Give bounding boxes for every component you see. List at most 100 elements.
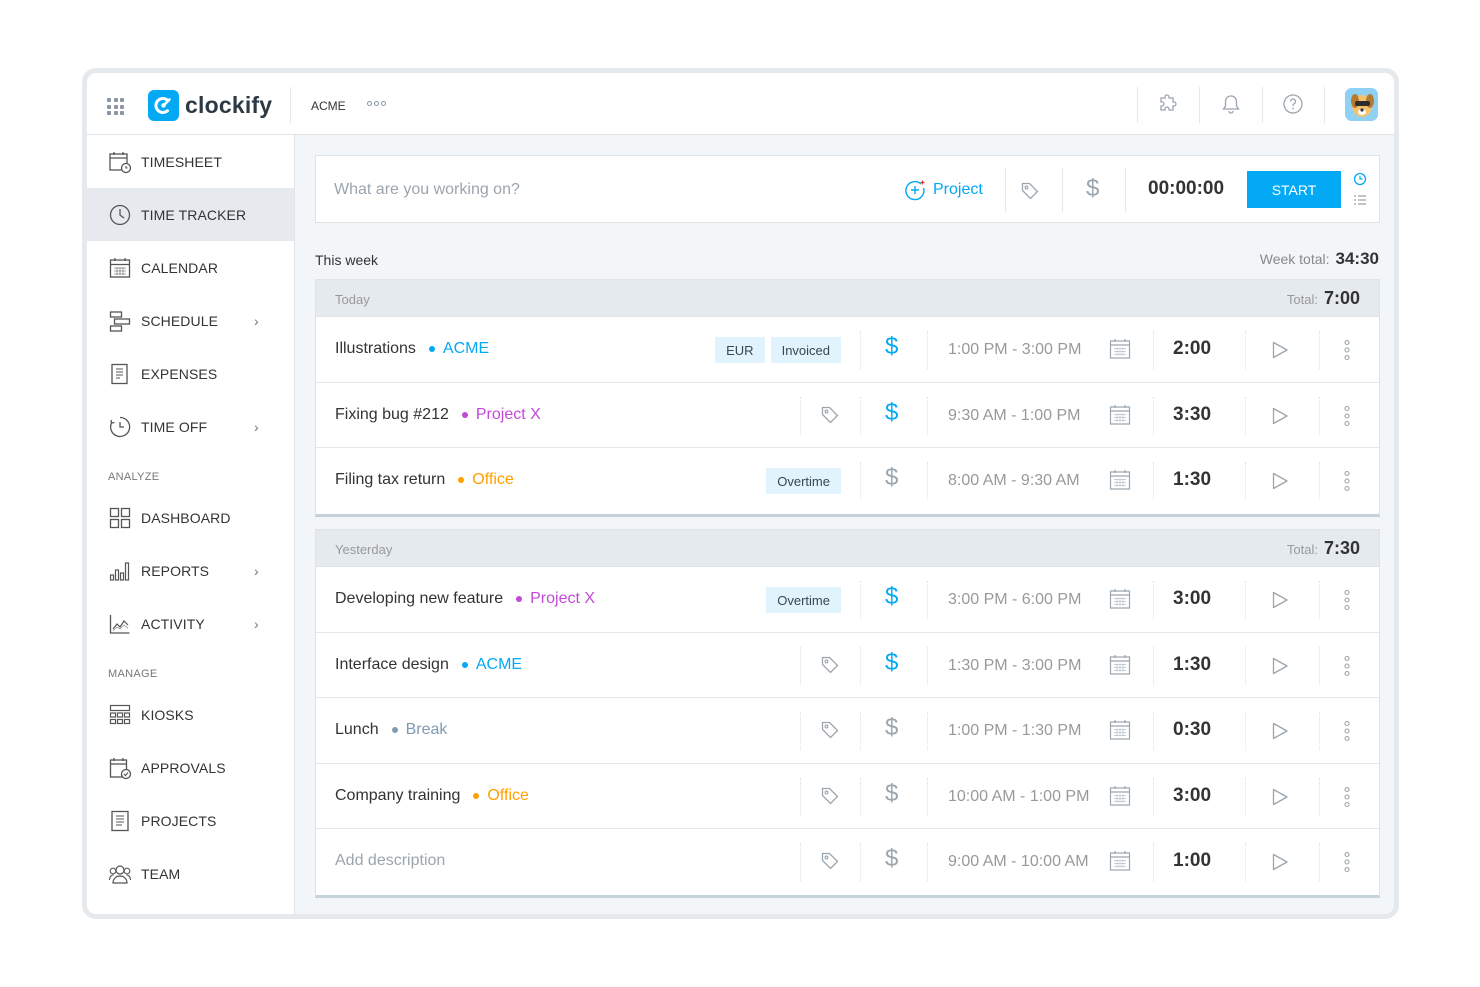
entry-project[interactable]: Office [473,787,529,805]
sidebar-item-time-tracker[interactable]: TIME TRACKER [87,188,294,241]
sidebar-item-approvals[interactable]: APPROVALS [87,741,294,794]
entry-description[interactable]: Illustrations [335,340,416,358]
time-entry-row[interactable]: Fixing bug #212 Project X $9:30 AM - 1:00 … [316,383,1379,448]
play-icon[interactable] [1270,721,1290,741]
play-icon[interactable] [1270,852,1290,872]
calendar-icon[interactable] [1109,850,1131,872]
entry-duration[interactable]: 2:00 [1173,338,1211,360]
entry-description[interactable]: Developing new feature [335,590,503,608]
sidebar-item-timesheet[interactable]: TIMESHEET [87,135,294,188]
entry-time-range[interactable]: 9:30 AM - 1:00 PM [948,407,1081,425]
sidebar-item-schedule[interactable]: SCHEDULE › [87,294,294,347]
entry-project[interactable]: Office [458,471,514,489]
clockify-logo[interactable]: clockify [148,90,272,121]
entry-time-range[interactable]: 1:00 PM - 3:00 PM [948,341,1081,359]
sidebar-item-team[interactable]: TEAM [87,847,294,900]
billable-toggle-icon[interactable]: $ [885,583,898,611]
calendar-icon[interactable] [1109,404,1131,426]
timer-mode-icon[interactable] [1352,171,1368,187]
entry-description[interactable]: Company training [335,787,460,805]
entry-duration[interactable]: 3:00 [1173,785,1211,807]
billable-toggle-icon[interactable]: $ [885,649,898,677]
sidebar-item-calendar[interactable]: CALENDAR [87,241,294,294]
entry-project[interactable]: ACME [461,656,522,674]
entry-duration[interactable]: 0:30 [1173,719,1211,741]
entry-description[interactable]: Lunch [335,721,379,739]
more-options-icon[interactable] [1343,470,1351,492]
more-options-icon[interactable] [1343,339,1351,361]
entry-project[interactable]: ACME [428,340,489,358]
entry-duration[interactable]: 1:30 [1173,654,1211,676]
entry-duration[interactable]: 1:00 [1173,850,1211,872]
workspace-menu-icon[interactable] [367,101,386,106]
workspace-name[interactable]: ACME [311,99,346,113]
play-icon[interactable] [1270,787,1290,807]
description-input[interactable] [334,177,854,203]
entry-project[interactable]: Project X [461,406,541,424]
sidebar-item-projects[interactable]: PROJECTS [87,794,294,847]
entry-badge[interactable]: EUR [715,337,765,363]
entry-description[interactable]: Add description [335,852,445,870]
manual-mode-icon[interactable] [1352,192,1368,208]
entry-duration[interactable]: 3:00 [1173,588,1211,610]
more-options-icon[interactable] [1343,405,1351,427]
play-icon[interactable] [1270,340,1290,360]
time-entry-row[interactable]: Illustrations ACME EUR Invoiced $1:00 PM - 3… [316,317,1379,383]
entry-time-range[interactable]: 8:00 AM - 9:30 AM [948,472,1080,490]
entry-badge[interactable]: Overtime [766,468,841,494]
play-icon[interactable] [1270,656,1290,676]
play-icon[interactable] [1270,471,1290,491]
play-icon[interactable] [1270,406,1290,426]
billable-toggle-icon[interactable]: $ [885,464,898,492]
entry-time-range[interactable]: 1:30 PM - 3:00 PM [948,657,1081,675]
time-entry-row[interactable]: Interface design ACME $1:30 PM - 3:00 PM 1:… [316,633,1379,698]
tag-icon[interactable] [820,655,840,675]
tag-icon[interactable] [820,720,840,740]
entry-duration[interactable]: 3:30 [1173,404,1211,426]
entry-duration[interactable]: 1:30 [1173,469,1211,491]
calendar-icon[interactable] [1109,654,1131,676]
billable-toggle-icon[interactable]: $ [885,845,898,873]
billable-toggle-icon[interactable]: $ [885,780,898,808]
project-picker[interactable]: Project [904,179,983,201]
billable-toggle-icon[interactable]: $ [885,399,898,427]
help-icon[interactable] [1282,93,1304,115]
tag-icon[interactable] [820,786,840,806]
tag-icon[interactable] [820,405,840,425]
more-options-icon[interactable] [1343,851,1351,873]
tag-icon[interactable] [820,851,840,871]
entry-project[interactable]: Break [391,721,447,739]
calendar-icon[interactable] [1109,469,1131,491]
calendar-icon[interactable] [1109,588,1131,610]
time-entry-row[interactable]: Lunch Break $1:00 PM - 1:30 PM 0:30 [316,698,1379,764]
sidebar-item-time-off[interactable]: TIME OFF › [87,400,294,453]
puzzle-icon[interactable] [1157,93,1179,115]
entry-time-range[interactable]: 10:00 AM - 1:00 PM [948,788,1089,806]
time-entry-row[interactable]: Add description $9:00 AM - 10:00 AM 1:00 [316,829,1379,895]
bell-icon[interactable] [1220,93,1242,115]
time-entry-row[interactable]: Developing new feature Project X Overtime $… [316,567,1379,633]
entry-description[interactable]: Fixing bug #212 [335,406,449,424]
apps-grid-icon[interactable] [107,98,124,115]
entry-time-range[interactable]: 1:00 PM - 1:30 PM [948,722,1081,740]
sidebar-item-dashboard[interactable]: DASHBOARD [87,491,294,544]
more-options-icon[interactable] [1343,655,1351,677]
billable-toggle-icon[interactable]: $ [885,333,898,361]
play-icon[interactable] [1270,590,1290,610]
sidebar-item-reports[interactable]: REPORTS › [87,544,294,597]
calendar-icon[interactable] [1109,785,1131,807]
sidebar-item-activity[interactable]: ACTIVITY › [87,597,294,650]
time-entry-row[interactable]: Company training Office $10:00 AM - 1:00 P… [316,764,1379,829]
more-options-icon[interactable] [1343,786,1351,808]
more-options-icon[interactable] [1343,589,1351,611]
entry-description[interactable]: Interface design [335,656,449,674]
sidebar-item-expenses[interactable]: EXPENSES [87,347,294,400]
entry-time-range[interactable]: 3:00 PM - 6:00 PM [948,591,1081,609]
calendar-icon[interactable] [1109,338,1131,360]
entry-badge[interactable]: Overtime [766,587,841,613]
billable-toggle-icon[interactable]: $ [885,714,898,742]
start-button[interactable]: START [1247,171,1341,208]
entry-description[interactable]: Filing tax return [335,471,445,489]
time-entry-row[interactable]: Filing tax return Office Overtime $8:00 AM … [316,448,1379,514]
billable-toggle-icon[interactable]: $ [1086,175,1099,203]
